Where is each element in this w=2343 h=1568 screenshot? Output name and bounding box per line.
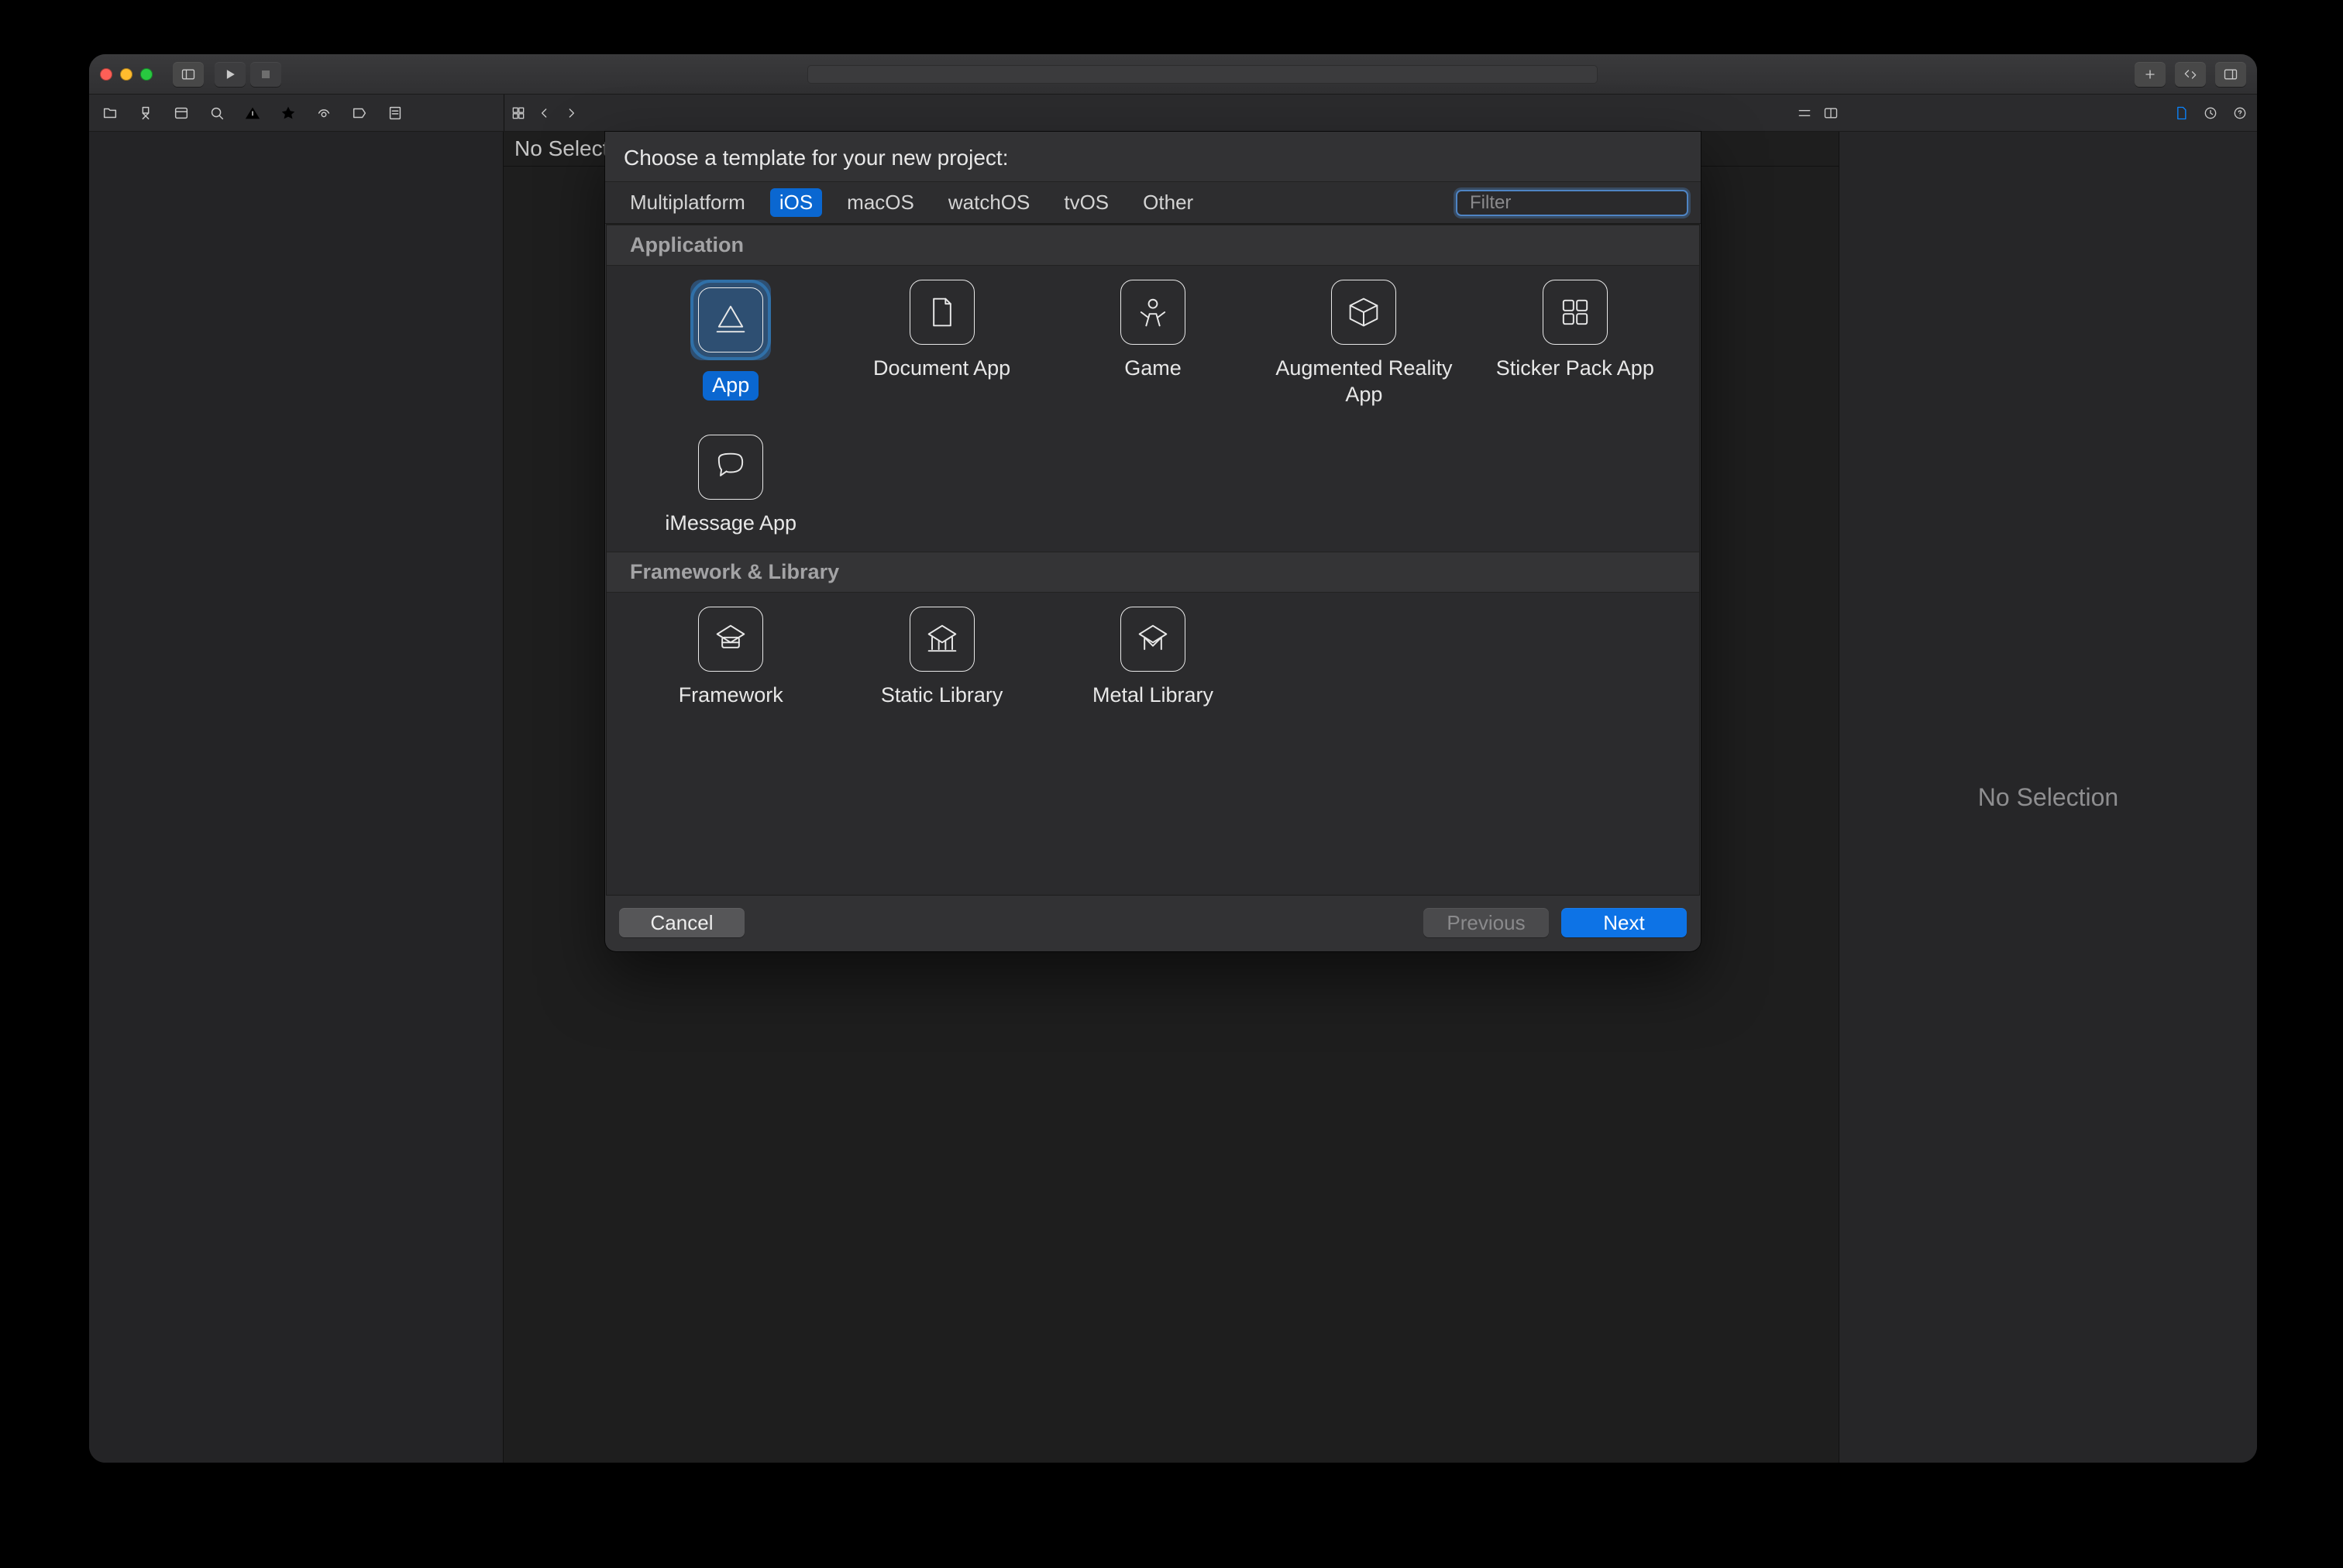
add-editor-icon[interactable] <box>1823 105 1839 121</box>
filter-field[interactable] <box>1456 190 1688 216</box>
previous-button[interactable]: Previous <box>1423 908 1549 937</box>
next-button[interactable]: Next <box>1561 908 1687 937</box>
find-navigator-icon[interactable] <box>208 105 225 122</box>
section-header-framework: Framework & Library <box>607 552 1699 593</box>
template-label: Framework <box>679 683 783 709</box>
xcode-window: No Selection No Selection Choose a templ… <box>88 53 2258 1463</box>
template-label: Metal Library <box>1092 683 1213 709</box>
template-label: Document App <box>873 356 1010 382</box>
template-label: Augmented Reality App <box>1258 356 1469 408</box>
template-framework[interactable]: Framework <box>625 607 836 709</box>
inspector-placeholder-text: No Selection <box>1978 783 2118 812</box>
platform-tabs: Multiplatform iOS macOS watchOS tvOS Oth… <box>605 181 1701 224</box>
template-document-app[interactable]: Document App <box>836 280 1047 408</box>
library-button[interactable] <box>2135 62 2166 87</box>
toggle-inspectors-button[interactable] <box>2215 62 2246 87</box>
plus-icon <box>2142 67 2158 82</box>
filter-input[interactable] <box>1470 192 1710 214</box>
template-augmented-reality-app[interactable]: Augmented Reality App <box>1258 280 1469 408</box>
template-imessage-app[interactable]: iMessage App <box>625 435 836 537</box>
report-navigator-icon[interactable] <box>387 105 404 122</box>
sheet-title: Choose a template for your new project: <box>605 132 1701 181</box>
source-control-navigator-icon[interactable] <box>137 105 154 122</box>
arrows-left-right-icon <box>2183 67 2198 82</box>
app-store-icon <box>698 287 763 352</box>
template-static-library[interactable]: Static Library <box>836 607 1047 709</box>
test-navigator-icon[interactable] <box>280 105 297 122</box>
navigator-tab-bar <box>89 95 2257 132</box>
stop-icon <box>258 67 274 82</box>
template-app[interactable]: App <box>625 280 836 408</box>
template-label: App <box>703 371 759 401</box>
metal-m-icon <box>1120 607 1185 672</box>
game-icon <box>1120 280 1185 345</box>
template-label: Static Library <box>881 683 1003 709</box>
chat-bubble-icon <box>698 435 763 500</box>
titlebar <box>89 54 2257 95</box>
sidebar-left-icon <box>181 67 196 82</box>
tab-tvos[interactable]: tvOS <box>1055 188 1118 217</box>
related-items-icon[interactable] <box>511 105 526 121</box>
code-review-button[interactable] <box>2175 62 2206 87</box>
tab-other[interactable]: Other <box>1134 188 1202 217</box>
zoom-window-button[interactable] <box>140 68 153 81</box>
project-navigator-icon[interactable] <box>101 105 119 122</box>
toolbox-icon <box>698 607 763 672</box>
template-label: iMessage App <box>665 511 796 537</box>
sidebar-right-icon <box>2223 67 2238 82</box>
section-header-application: Application <box>607 225 1699 266</box>
template-label: Game <box>1124 356 1182 382</box>
play-icon <box>222 67 238 82</box>
breakpoint-navigator-icon[interactable] <box>351 105 368 122</box>
go-back-icon[interactable] <box>537 105 552 121</box>
tab-macos[interactable]: macOS <box>838 188 924 217</box>
minimize-window-button[interactable] <box>120 68 132 81</box>
tab-ios[interactable]: iOS <box>770 188 822 217</box>
grid-4-icon <box>1543 280 1608 345</box>
close-window-button[interactable] <box>100 68 112 81</box>
quick-help-inspector-icon[interactable] <box>2232 105 2248 121</box>
tab-watchos[interactable]: watchOS <box>939 188 1040 217</box>
toggle-navigator-button[interactable] <box>173 62 204 87</box>
history-inspector-icon[interactable] <box>2203 105 2218 121</box>
template-label: Sticker Pack App <box>1496 356 1654 382</box>
stop-button[interactable] <box>250 62 281 87</box>
tab-multiplatform[interactable]: Multiplatform <box>621 188 755 217</box>
window-traffic-lights <box>100 68 153 81</box>
symbol-navigator-icon[interactable] <box>173 105 190 122</box>
adjust-editor-options-icon[interactable] <box>1797 105 1812 121</box>
sheet-footer: Cancel Previous Next <box>605 896 1701 951</box>
file-inspector-icon[interactable] <box>2173 105 2189 121</box>
template-list: Application App Document App <box>606 224 1700 896</box>
go-forward-icon[interactable] <box>563 105 579 121</box>
template-game[interactable]: Game <box>1048 280 1258 408</box>
issue-navigator-icon[interactable] <box>244 105 261 122</box>
library-icon <box>910 607 975 672</box>
navigator-pane <box>89 132 504 1463</box>
new-project-sheet: Choose a template for your new project: … <box>605 132 1701 951</box>
cancel-button[interactable]: Cancel <box>619 908 745 937</box>
ar-cube-icon <box>1331 280 1396 345</box>
run-button[interactable] <box>215 62 246 87</box>
document-icon <box>910 280 975 345</box>
template-sticker-pack-app[interactable]: Sticker Pack App <box>1470 280 1681 408</box>
template-metal-library[interactable]: Metal Library <box>1048 607 1258 709</box>
inspector-pane: No Selection <box>1839 132 2257 1463</box>
activity-view <box>807 65 1598 84</box>
debug-navigator-icon[interactable] <box>315 105 332 122</box>
